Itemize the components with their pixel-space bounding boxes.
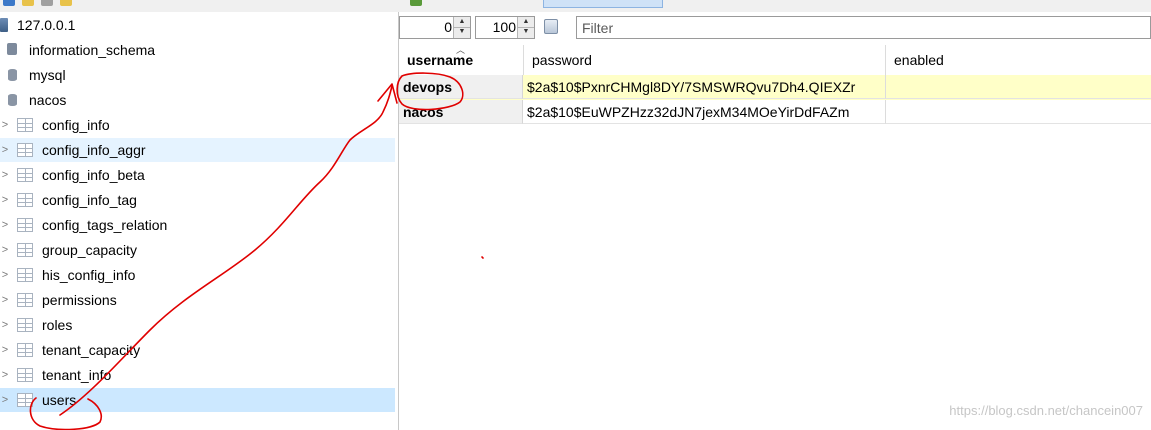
tree-item-tenant-capacity[interactable]: > tenant_capacity	[0, 338, 395, 362]
data-browser-tab[interactable]	[543, 0, 663, 8]
tree-item-label: config_info	[42, 117, 110, 133]
chevron-right-icon[interactable]: >	[0, 213, 10, 237]
cell-password[interactable]: $2a$10$PxnrCHMgl8DY/7SMSWRQvu7Dh4.QIEXZr	[523, 75, 885, 99]
tree-item-label: permissions	[42, 292, 117, 308]
chevron-right-icon[interactable]: >	[0, 163, 10, 187]
column-header-password[interactable]: password	[523, 45, 885, 75]
tree-item-label: roles	[42, 317, 73, 333]
toolbar-icon[interactable]	[22, 0, 34, 6]
chevron-down-icon[interactable]: ▼	[454, 27, 470, 37]
tree-item-mysql[interactable]: mysql	[0, 63, 395, 87]
table-icon	[17, 368, 33, 382]
tree-item-label: group_capacity	[42, 242, 137, 258]
tree-item-label: users	[42, 392, 77, 408]
cell-username[interactable]: devops	[399, 75, 523, 99]
tree-item-information-schema[interactable]: information_schema	[0, 38, 395, 62]
cell-username[interactable]: nacos	[399, 100, 523, 124]
table-icon	[17, 193, 33, 207]
offset-value[interactable]: 0	[444, 17, 452, 38]
tree-item-label: mysql	[29, 67, 66, 83]
table-icon	[17, 343, 33, 357]
database-icon	[8, 94, 17, 106]
chevron-right-icon[interactable]: >	[0, 338, 10, 362]
chevron-down-icon[interactable]: ▼	[518, 27, 534, 37]
toolbar-icon[interactable]	[60, 0, 72, 6]
refresh-icon[interactable]	[544, 19, 558, 34]
cell-enabled[interactable]	[885, 75, 1151, 99]
table-icon	[17, 243, 33, 257]
chevron-right-icon[interactable]: >	[0, 388, 10, 412]
database-info-icon	[7, 43, 17, 55]
cell-enabled[interactable]	[885, 100, 1151, 124]
limit-value[interactable]: 100	[493, 17, 516, 38]
chevron-right-icon[interactable]: >	[0, 363, 10, 387]
server-icon	[0, 18, 8, 32]
table-icon	[17, 318, 33, 332]
tree-item-nacos[interactable]: nacos	[0, 88, 395, 112]
tree-item-config-info-aggr[interactable]: > config_info_aggr	[0, 138, 395, 162]
limit-stepper-buttons[interactable]: ▲ ▼	[517, 17, 534, 38]
tree-server[interactable]: 127.0.0.1	[0, 13, 395, 37]
chevron-right-icon[interactable]: >	[0, 263, 10, 287]
tree-item-config-info-tag[interactable]: > config_info_tag	[0, 188, 395, 212]
database-icon	[8, 69, 17, 81]
toolbar-icon[interactable]	[3, 0, 15, 6]
limit-stepper[interactable]: 100 ▲ ▼	[475, 16, 535, 39]
chevron-right-icon[interactable]: >	[0, 113, 10, 137]
table-icon	[17, 143, 33, 157]
tree-item-tenant-info[interactable]: > tenant_info	[0, 363, 395, 387]
table-row[interactable]: devops $2a$10$PxnrCHMgl8DY/7SMSWRQvu7Dh4…	[399, 75, 1151, 100]
tree-item-permissions[interactable]: > permissions	[0, 288, 395, 312]
table-icon	[17, 118, 33, 132]
table-icon	[17, 268, 33, 282]
chevron-right-icon[interactable]: >	[0, 238, 10, 262]
navigation-bar: 0 ▲ ▼ 100 ▲ ▼	[399, 12, 1151, 44]
tree-item-config-info[interactable]: > config_info	[0, 113, 395, 137]
cell-password[interactable]: $2a$10$EuWPZHzz32dJN7jexM34MOeYirDdFAZm	[523, 100, 885, 124]
chevron-right-icon[interactable]: >	[0, 288, 10, 312]
database-tree: 127.0.0.1 information_schema mysql nacos…	[0, 12, 398, 430]
tree-item-label: information_schema	[29, 42, 156, 58]
table-icon	[17, 293, 33, 307]
table-icon	[17, 218, 33, 232]
table-icon	[17, 168, 33, 182]
tree-item-label: his_config_info	[42, 267, 136, 283]
chevron-right-icon[interactable]: >	[0, 138, 10, 162]
toolbar-icon[interactable]	[410, 0, 422, 6]
toolbar-icon[interactable]	[41, 0, 53, 6]
filter-input[interactable]	[576, 16, 1151, 39]
column-header-enabled[interactable]: enabled	[885, 45, 1151, 75]
tree-item-label: config_info_aggr	[42, 142, 146, 158]
chevron-right-icon[interactable]: >	[0, 188, 10, 212]
tree-item-label: config_tags_relation	[42, 217, 168, 233]
tree-item-users[interactable]: > users	[0, 388, 395, 412]
column-header-username[interactable]: username	[399, 45, 523, 75]
server-label: 127.0.0.1	[17, 17, 76, 33]
tree-item-label: tenant_info	[42, 367, 112, 383]
tree-item-label: config_info_beta	[42, 167, 145, 183]
offset-stepper-buttons[interactable]: ▲ ▼	[453, 17, 470, 38]
chevron-right-icon[interactable]: >	[0, 313, 10, 337]
tree-item-group-capacity[interactable]: > group_capacity	[0, 238, 395, 262]
tree-item-label: nacos	[29, 92, 67, 108]
tree-item-label: config_info_tag	[42, 192, 137, 208]
data-browser-pane: 0 ▲ ▼ 100 ▲ ▼ ︿ username password enable…	[399, 12, 1151, 430]
tree-item-config-info-beta[interactable]: > config_info_beta	[0, 163, 395, 187]
tree-item-his-config-info[interactable]: > his_config_info	[0, 263, 395, 287]
offset-stepper[interactable]: 0 ▲ ▼	[399, 16, 471, 39]
tree-item-roles[interactable]: > roles	[0, 313, 395, 337]
tree-item-config-tags-relation[interactable]: > config_tags_relation	[0, 213, 395, 237]
tree-item-label: tenant_capacity	[42, 342, 141, 358]
watermark: https://blog.csdn.net/chancein007	[949, 403, 1143, 418]
table-row[interactable]: nacos $2a$10$EuWPZHzz32dJN7jexM34MOeYirD…	[399, 100, 1151, 125]
grid-header: ︿ username password enabled	[399, 45, 1151, 75]
table-icon	[17, 393, 33, 407]
